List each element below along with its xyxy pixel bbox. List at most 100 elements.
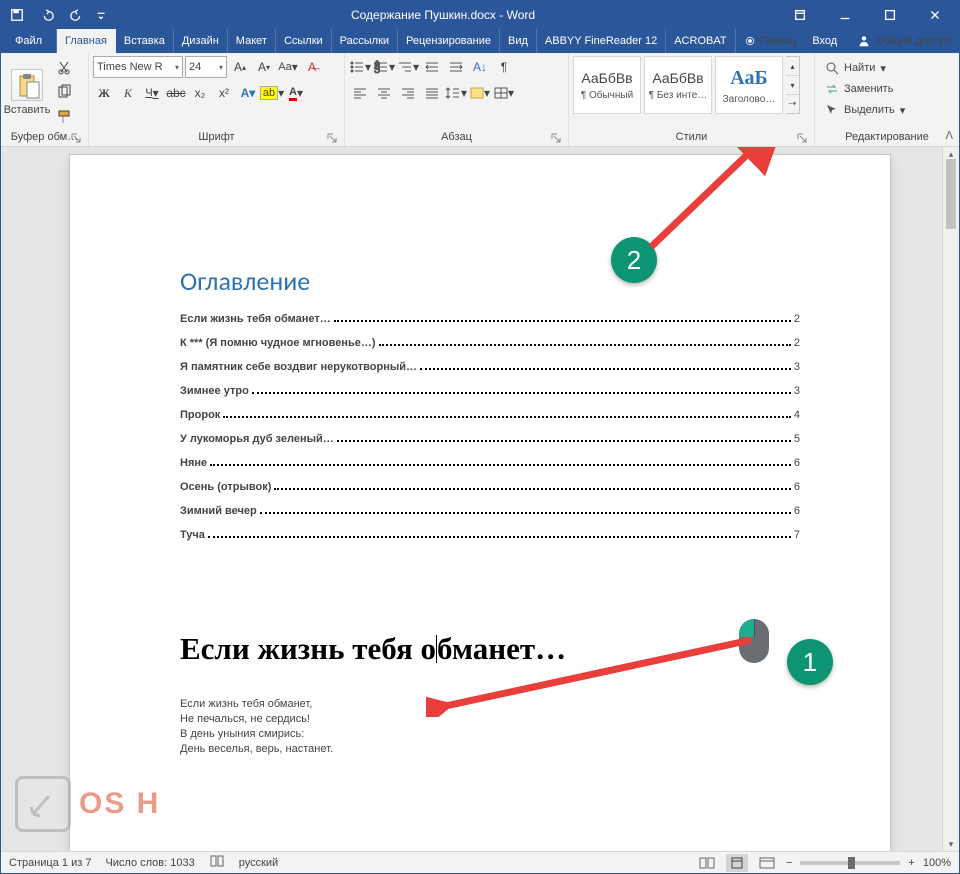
status-proofing-icon[interactable] xyxy=(209,854,225,871)
cut-button[interactable] xyxy=(52,58,76,78)
show-marks-button[interactable]: ¶ xyxy=(493,56,515,78)
font-group-label: Шрифт xyxy=(198,131,234,143)
clear-format-button[interactable]: A̶ xyxy=(301,56,323,78)
find-button[interactable]: Найти ▾ xyxy=(821,58,909,78)
arrow-2 xyxy=(611,147,791,262)
qat-more-button[interactable] xyxy=(93,1,109,29)
zoom-percent[interactable]: 100% xyxy=(923,857,951,869)
highlight-button[interactable]: ab▾ xyxy=(261,82,283,104)
status-page[interactable]: Страница 1 из 7 xyxy=(9,857,91,869)
view-web-button[interactable] xyxy=(756,854,778,872)
align-left-button[interactable] xyxy=(349,82,371,104)
toc-entry[interactable]: Пророк4 xyxy=(180,409,800,421)
increase-indent-button[interactable] xyxy=(445,56,467,78)
tab-mailings[interactable]: Рассылки xyxy=(332,29,398,53)
multilevel-button[interactable]: ▾ xyxy=(397,56,419,78)
italic-button[interactable]: К xyxy=(117,82,139,104)
font-launcher[interactable] xyxy=(326,132,338,144)
paste-button[interactable]: Вставить xyxy=(5,56,49,129)
view-print-button[interactable] xyxy=(726,854,748,872)
select-button[interactable]: Выделить ▾ xyxy=(821,100,909,120)
paragraph-group-label: Абзац xyxy=(441,131,472,143)
line-spacing-button[interactable]: ▾ xyxy=(445,82,467,104)
toc-title: Оглавление xyxy=(180,265,800,297)
tab-home[interactable]: Главная xyxy=(57,29,116,53)
bold-button[interactable]: Ж xyxy=(93,82,115,104)
save-button[interactable] xyxy=(3,1,31,29)
maximize-button[interactable] xyxy=(867,1,912,29)
status-language[interactable]: русский xyxy=(239,857,278,869)
tab-file[interactable]: Файл xyxy=(1,29,57,53)
toc-entry[interactable]: Зимнее утро3 xyxy=(180,385,800,397)
copy-button[interactable] xyxy=(52,82,76,102)
toc-entry[interactable]: К *** (Я помню чудное мгновенье…)2 xyxy=(180,337,800,349)
minimize-button[interactable] xyxy=(822,1,867,29)
underline-button[interactable]: Ч▾ xyxy=(141,82,163,104)
vertical-scrollbar[interactable]: ▴ ▾ xyxy=(942,147,959,851)
toc-entry[interactable]: У лукоморья дуб зеленый…5 xyxy=(180,433,800,445)
toc-entry[interactable]: Няне6 xyxy=(180,457,800,469)
window-title: Содержание Пушкин.docx - Word xyxy=(109,8,777,22)
sort-button[interactable]: A↓ xyxy=(469,56,491,78)
bullets-button[interactable]: ▾ xyxy=(349,56,371,78)
collapse-ribbon-button[interactable]: ᐱ xyxy=(945,129,953,142)
tab-insert[interactable]: Вставка xyxy=(116,29,174,53)
redo-button[interactable] xyxy=(63,1,91,29)
tab-references[interactable]: Ссылки xyxy=(276,29,332,53)
tab-review[interactable]: Рецензирование xyxy=(398,29,500,53)
font-name-combo[interactable]: Times New R▾ xyxy=(93,56,183,78)
toc-entry[interactable]: Я памятник себе воздвиг нерукотворный…3 xyxy=(180,361,800,373)
strike-button[interactable]: abc xyxy=(165,82,187,104)
grow-font-button[interactable]: A▴ xyxy=(229,56,251,78)
replace-button[interactable]: Заменить xyxy=(821,79,909,99)
superscript-button[interactable]: x² xyxy=(213,82,235,104)
paragraph-launcher[interactable] xyxy=(550,132,562,144)
tab-layout[interactable]: Макет xyxy=(228,29,276,53)
zoom-out-button[interactable]: − xyxy=(786,857,792,869)
text-effects-button[interactable]: A▾ xyxy=(237,82,259,104)
format-painter-button[interactable] xyxy=(52,107,76,127)
borders-button[interactable]: ▾ xyxy=(493,82,515,104)
style-heading1[interactable]: АаБЗаголово… xyxy=(715,56,783,114)
login-link[interactable]: Вход xyxy=(804,29,845,53)
shrink-font-button[interactable]: A▾ xyxy=(253,56,275,78)
share-button[interactable]: Общий доступ xyxy=(845,29,960,53)
clipboard-launcher[interactable] xyxy=(70,132,82,144)
tab-design[interactable]: Дизайн xyxy=(174,29,228,53)
justify-button[interactable] xyxy=(421,82,443,104)
tab-acrobat[interactable]: ACROBAT xyxy=(666,29,735,53)
styles-launcher[interactable] xyxy=(796,132,808,144)
styles-group-label: Стили xyxy=(676,131,708,143)
styles-gallery-nav[interactable]: ▴▾⎯▾ xyxy=(786,56,800,114)
font-size-combo[interactable]: 24▾ xyxy=(185,56,227,78)
shading-button[interactable]: ▾ xyxy=(469,82,491,104)
tab-abbyy[interactable]: ABBYY FineReader 12 xyxy=(537,29,666,53)
zoom-in-button[interactable]: + xyxy=(908,857,914,869)
status-wordcount[interactable]: Число слов: 1033 xyxy=(105,857,194,869)
ribbon: Вставить Буфер обм… Times New R▾ 24▾ A▴ … xyxy=(1,53,959,147)
tab-view[interactable]: Вид xyxy=(500,29,537,53)
toc-entry[interactable]: Осень (отрывок)6 xyxy=(180,481,800,493)
document-area[interactable]: Оглавление Если жизнь тебя обманет…2 К **… xyxy=(1,147,959,851)
undo-button[interactable] xyxy=(33,1,61,29)
numbering-button[interactable]: 123▾ xyxy=(373,56,395,78)
font-color-button[interactable]: A▾ xyxy=(285,82,307,104)
toc-entry[interactable]: Зимний вечер6 xyxy=(180,505,800,517)
subscript-button[interactable]: x₂ xyxy=(189,82,211,104)
style-normal[interactable]: АаБбВв¶ Обычный xyxy=(573,56,641,114)
align-center-button[interactable] xyxy=(373,82,395,104)
editing-group-label: Редактирование xyxy=(845,131,929,143)
align-right-button[interactable] xyxy=(397,82,419,104)
view-read-button[interactable] xyxy=(696,854,718,872)
toc-entry[interactable]: Туча7 xyxy=(180,529,800,541)
tab-help[interactable]: Помощ xyxy=(736,29,805,53)
toc-entry[interactable]: Если жизнь тебя обманет…2 xyxy=(180,313,800,325)
word-window: Содержание Пушкин.docx - Word Файл Главн… xyxy=(0,0,960,874)
titlebar: Содержание Пушкин.docx - Word xyxy=(1,1,959,29)
style-no-spacing[interactable]: АаБбВв¶ Без инте… xyxy=(644,56,712,114)
close-button[interactable] xyxy=(912,1,957,29)
zoom-slider[interactable] xyxy=(800,861,900,865)
change-case-button[interactable]: Aa▾ xyxy=(277,56,299,78)
decrease-indent-button[interactable] xyxy=(421,56,443,78)
ribbon-opts-button[interactable] xyxy=(777,1,822,29)
